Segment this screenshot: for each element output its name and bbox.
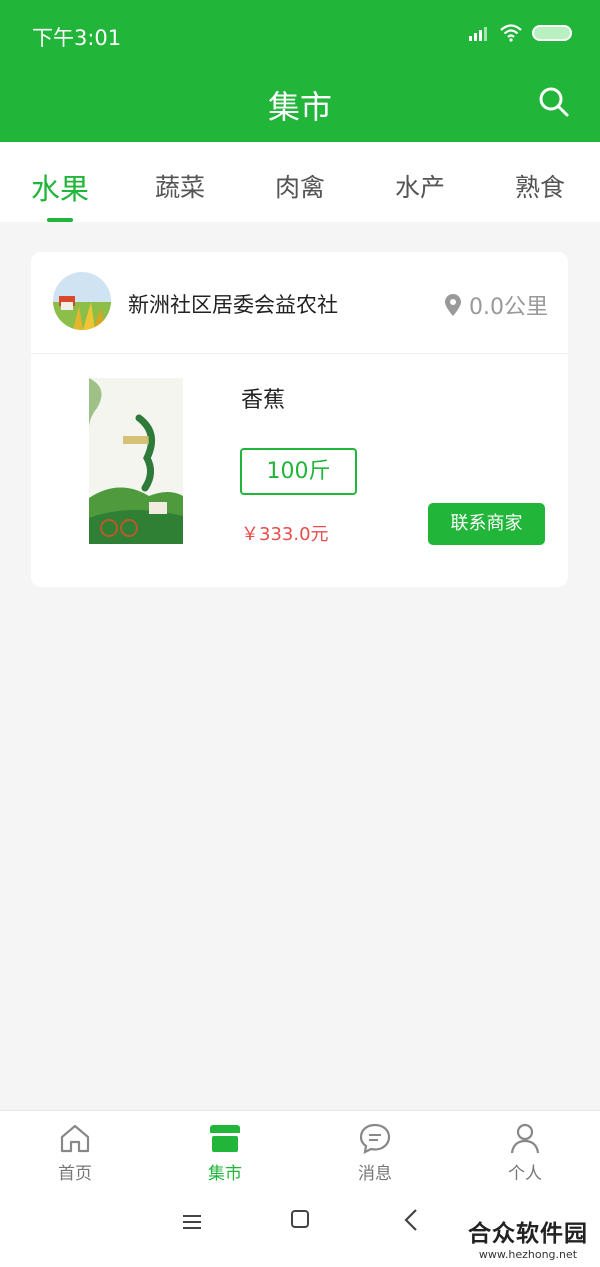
contact-merchant-button[interactable]: 联系商家 <box>428 503 545 545</box>
tab-aquatic[interactable]: 水产 <box>360 142 480 222</box>
nav-label: 消息 <box>358 1164 392 1184</box>
distance-value: 0.0公里 <box>469 295 548 320</box>
nav-label: 首页 <box>58 1164 92 1184</box>
home-icon <box>60 1124 90 1153</box>
product-name: 香蕉 <box>241 388 286 413</box>
product-card[interactable]: 新洲社区居委会益农社 0.0公里 香蕉 100斤 ￥333.0元 联系商家 <box>31 252 568 587</box>
status-icons <box>468 24 572 42</box>
tab-label: 熟食 <box>514 173 565 202</box>
tab-meat-poultry[interactable]: 肉禽 <box>240 142 360 222</box>
store-icon <box>210 1125 240 1152</box>
store-header[interactable]: 新洲社区居委会益农社 0.0公里 <box>31 252 568 354</box>
system-nav-bar: 合众软件园 www.hezhong.net <box>0 1190 600 1267</box>
watermark-url: www.hezhong.net <box>478 1248 578 1261</box>
home-square-icon[interactable] <box>291 1210 309 1228</box>
category-tabs: 水果 蔬菜 肉禽 水产 熟食 <box>0 142 600 222</box>
tab-label: 水产 <box>394 173 445 202</box>
user-icon <box>510 1123 540 1154</box>
bottom-nav: 首页 集市 消息 个人 <box>0 1110 600 1190</box>
tab-label: 水果 <box>30 172 89 206</box>
nav-label: 集市 <box>208 1164 242 1184</box>
wifi-icon <box>500 24 522 42</box>
location-pin-icon <box>445 294 461 316</box>
nav-messages[interactable]: 消息 <box>300 1111 450 1190</box>
battery-icon <box>532 25 572 41</box>
tab-cooked-food[interactable]: 熟食 <box>480 142 600 222</box>
store-avatar <box>53 272 111 330</box>
nav-home[interactable]: 首页 <box>0 1111 150 1190</box>
search-icon[interactable] <box>538 86 570 118</box>
signal-icon <box>469 27 487 41</box>
quantity-badge: 100斤 <box>240 448 357 495</box>
chat-icon <box>359 1123 391 1154</box>
tab-label: 蔬菜 <box>154 173 205 202</box>
nav-profile[interactable]: 个人 <box>450 1111 600 1190</box>
watermark: 合众软件园 www.hezhong.net <box>468 1214 588 1261</box>
tab-indicator <box>47 218 73 222</box>
nav-market[interactable]: 集市 <box>150 1111 300 1190</box>
distance: 0.0公里 <box>445 289 548 321</box>
menu-icon[interactable] <box>183 1214 201 1230</box>
tab-label: 肉禽 <box>274 173 325 202</box>
back-icon[interactable] <box>402 1208 420 1232</box>
status-time: 下午3:01 <box>32 26 122 50</box>
store-name: 新洲社区居委会益农社 <box>128 293 338 317</box>
app-header: 下午3:01 集市 <box>0 0 600 142</box>
page-title: 集市 <box>267 88 332 126</box>
watermark-title: 合众软件园 <box>468 1221 588 1247</box>
tab-vegetables[interactable]: 蔬菜 <box>120 142 240 222</box>
nav-label: 个人 <box>508 1164 542 1184</box>
product-image[interactable] <box>89 378 183 544</box>
tab-fruit[interactable]: 水果 <box>0 142 120 222</box>
price: ￥333.0元 <box>241 524 329 545</box>
